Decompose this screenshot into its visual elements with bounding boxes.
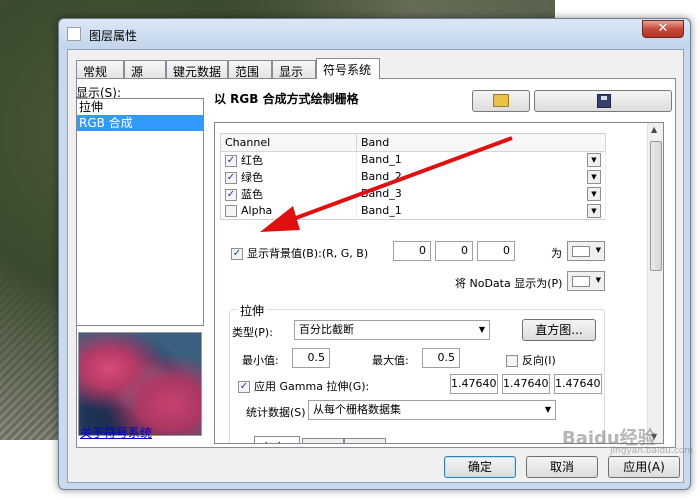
background-b-input[interactable]: 0 <box>477 241 515 261</box>
channel-checkbox-blue[interactable]: ✓ <box>225 189 237 201</box>
channel-checkbox-green[interactable]: ✓ <box>225 172 237 184</box>
open-layer-file-button[interactable] <box>472 90 530 112</box>
dialog-body: 常规 源 键元数据 范围 显示 符号系统 显示(S): 拉伸 RGB 合成 关于… <box>67 49 684 483</box>
save-layer-file-button[interactable] <box>534 90 672 112</box>
column-header-channel: Channel <box>220 133 357 152</box>
band-value[interactable]: Band_3 <box>361 187 402 200</box>
about-symbology-link[interactable]: 关于符号系统 <box>80 424 152 441</box>
invert-label: 反向(I) <box>522 354 556 367</box>
channel-name: 红色 <box>241 154 263 168</box>
chevron-down-icon: ▼ <box>544 405 551 414</box>
scroll-up-icon[interactable]: ▲ <box>651 125 657 134</box>
chevron-down-icon: ▼ <box>595 276 601 284</box>
tab-source[interactable]: 源 <box>124 60 166 79</box>
chevron-down-icon[interactable]: ▼ <box>587 187 601 201</box>
band-value[interactable]: Band_1 <box>361 204 402 217</box>
scroll-thumb[interactable] <box>650 141 662 271</box>
subtab-red[interactable]: 红色 <box>254 436 300 443</box>
gamma-checkbox[interactable]: ✓ <box>238 381 250 393</box>
gamma-green-input[interactable]: 1.47640 <box>502 374 550 394</box>
chevron-down-icon[interactable]: ▼ <box>587 170 601 184</box>
close-button[interactable]: ✕ <box>642 20 684 38</box>
chevron-down-icon: ▼ <box>595 246 601 254</box>
vertical-scrollbar[interactable]: ▲ ▼ <box>647 123 663 443</box>
gamma-row: ✓ 应用 Gamma 拉伸(G): <box>238 378 369 394</box>
subtab-blue[interactable]: 蓝色 <box>344 438 386 443</box>
gamma-red-input[interactable]: 1.47640 <box>450 374 498 394</box>
stretch-type-select[interactable]: 百分比截断 ▼ <box>294 320 490 340</box>
channel-checkbox-alpha[interactable] <box>225 205 237 218</box>
invert-checkbox[interactable] <box>506 355 518 367</box>
layer-properties-dialog: 图层属性 ✕ 常规 源 键元数据 范围 显示 符号系统 显示(S): 拉伸 RG… <box>58 18 691 490</box>
table-row: ✓ 蓝色 Band_3 ▼ <box>220 185 606 203</box>
stretch-type-label: 类型(P): <box>232 326 273 339</box>
gamma-blue-input[interactable]: 1.47640 <box>554 374 602 394</box>
histogram-button[interactable]: 直方图... <box>522 319 596 341</box>
color-swatch <box>572 246 590 257</box>
max-value-label: 最大值: <box>372 354 409 367</box>
folder-open-icon <box>493 94 509 107</box>
min-value-label: 最小值: <box>242 354 279 367</box>
column-header-band: Band <box>356 133 606 152</box>
background-value-label: 显示背景值(B):(R, G, B) <box>247 247 369 260</box>
stretch-group-label: 拉伸 <box>238 302 267 319</box>
band-value[interactable]: Band_1 <box>361 153 402 166</box>
gamma-label: 应用 Gamma 拉伸(G): <box>254 380 370 393</box>
cancel-button[interactable]: 取消 <box>526 456 598 478</box>
background-color-dropdown[interactable]: ▼ <box>567 241 605 261</box>
subtab-green[interactable]: 绿色 <box>302 438 344 443</box>
background-value-checkbox[interactable]: ✓ <box>231 248 243 260</box>
tab-general[interactable]: 常规 <box>76 60 124 79</box>
tab-extent[interactable]: 范围 <box>228 60 272 79</box>
stretch-type-value: 百分比截断 <box>299 323 354 336</box>
apply-button[interactable]: 应用(A) <box>608 456 680 478</box>
channel-name: 绿色 <box>241 171 263 184</box>
window-icon <box>67 27 81 41</box>
channel-band-grid: Channel Band ✓ 红色 Band_1 ▼ ✓ 绿色 Band_2 ▼ ✓ 蓝色… <box>220 133 606 220</box>
min-value-input[interactable]: 0.5 <box>292 348 330 368</box>
table-row: ✓ 红色 Band_1 ▼ <box>220 151 606 169</box>
statistics-select[interactable]: 从每个栅格数据集 ▼ <box>308 400 556 420</box>
color-swatch <box>572 276 590 287</box>
renderer-item-stretch[interactable]: 拉伸 <box>77 99 203 115</box>
chevron-down-icon: ▼ <box>478 325 485 334</box>
tab-display[interactable]: 显示 <box>272 60 316 79</box>
stretch-group: 拉伸 类型(P): 百分比截断 ▼ 直方图... 最小值: 0.5 最大值: 0.… <box>229 302 605 443</box>
channel-name: Alpha <box>241 204 273 218</box>
nodata-color-dropdown[interactable]: ▼ <box>567 271 605 291</box>
channel-name: 蓝色 <box>241 188 263 201</box>
window-title: 图层属性 <box>89 29 138 43</box>
options-scroll-area: Channel Band ✓ 红色 Band_1 ▼ ✓ 绿色 Band_2 ▼ ✓ 蓝色… <box>214 122 664 444</box>
as-label: 为 <box>551 247 562 260</box>
max-value-input[interactable]: 0.5 <box>422 348 460 368</box>
ok-button[interactable]: 确定 <box>444 456 516 478</box>
tab-symbology[interactable]: 符号系统 <box>316 58 380 79</box>
chevron-down-icon[interactable]: ▼ <box>587 153 601 168</box>
save-icon <box>597 94 611 108</box>
watermark-url: jingyan.baidu.com <box>610 446 694 456</box>
background-value-row: ✓ 显示背景值(B):(R, G, B) <box>231 245 368 261</box>
section-title: 以 RGB 合成方式绘制栅格 <box>214 92 359 106</box>
channel-checkbox-red[interactable]: ✓ <box>225 155 237 168</box>
invert-row: 反向(I) <box>506 352 556 368</box>
statistics-value: 从每个栅格数据集 <box>313 403 401 416</box>
title-bar[interactable]: 图层属性 ✕ <box>59 19 690 49</box>
nodata-label: 将 NoData 显示为(P) <box>455 277 563 290</box>
chevron-down-icon[interactable]: ▼ <box>587 203 601 218</box>
renderer-item-rgb-composite[interactable]: RGB 合成 <box>77 115 203 131</box>
table-row: ✓ 绿色 Band_2 ▼ <box>220 168 606 186</box>
symbology-preview-image <box>78 332 202 436</box>
table-row: Alpha Band_1 ▼ <box>220 202 606 220</box>
background-g-input[interactable]: 0 <box>435 241 473 261</box>
band-value[interactable]: Band_2 <box>361 170 402 183</box>
renderer-list: 拉伸 RGB 合成 <box>76 98 204 326</box>
background-r-input[interactable]: 0 <box>393 241 431 261</box>
statistics-label: 统计数据(S) <box>246 406 306 419</box>
tab-key-metadata[interactable]: 键元数据 <box>166 60 228 79</box>
